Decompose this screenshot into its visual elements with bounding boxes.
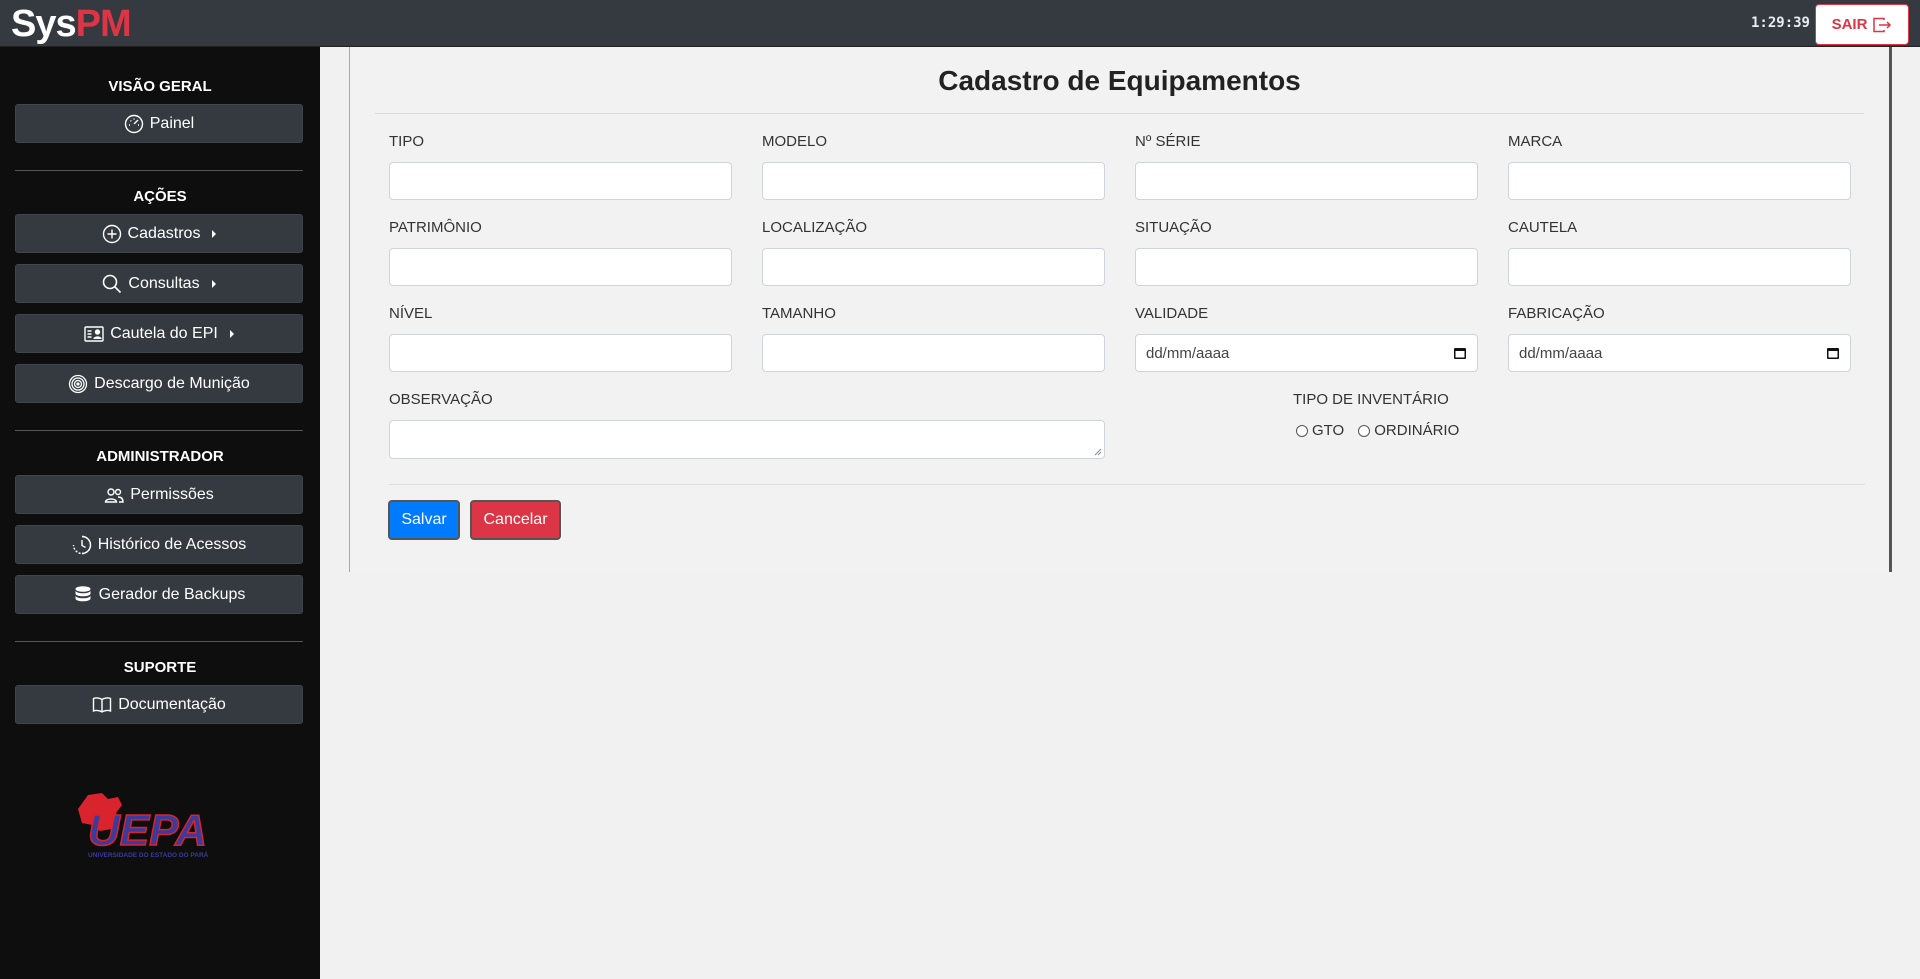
label-nivel: NÍVEL [389, 305, 433, 322]
date-placeholder: dd/mm/aaaa [1519, 344, 1603, 362]
page-title: Cadastro de Equipamentos [938, 65, 1301, 96]
nivel-input[interactable] [389, 334, 732, 372]
sidebar-item-consultas[interactable]: Consultas [15, 264, 303, 303]
label-observacao: OBSERVAÇÃO [389, 391, 493, 408]
logout-button[interactable]: SAIR [1815, 4, 1909, 45]
localizacao-input[interactable] [762, 248, 1105, 286]
plus-circle-icon [102, 224, 121, 243]
sidebar-item-label: Descargo de Munição [94, 374, 250, 392]
section-title-overview: VISÃO GERAL [108, 78, 212, 95]
calendar-icon[interactable] [1453, 346, 1467, 360]
label-modelo: MODELO [762, 133, 828, 150]
sidebar-item-label: Cadastros [127, 224, 201, 242]
radio-circle[interactable] [1296, 424, 1308, 437]
tamanho-input[interactable] [762, 334, 1105, 372]
logout-label: SAIR [1831, 16, 1868, 33]
people-icon [105, 487, 124, 503]
sidebar-item-backups[interactable]: Gerador de Backups [15, 575, 303, 614]
radio-label-gto: GTO [1312, 422, 1345, 439]
sidebar-item-cadastros[interactable]: Cadastros [15, 214, 303, 253]
sidebar-item-documentacao[interactable]: Documentação [15, 685, 303, 724]
label-serie: Nº SÉRIE [1135, 133, 1201, 150]
title-divider [375, 113, 1864, 114]
cautela-input[interactable] [1508, 248, 1851, 286]
brand-sys: Sys [11, 3, 77, 45]
label-fabricacao: FABRICAÇÃO [1508, 305, 1605, 322]
radio-label-ordinario: ORDINÁRIO [1374, 422, 1460, 439]
sidebar-item-historico[interactable]: Histórico de Acessos [15, 525, 303, 564]
search-icon [103, 274, 122, 293]
observacao-textarea[interactable] [389, 420, 1105, 459]
calendar-icon[interactable] [1826, 346, 1840, 360]
label-situacao: SITUAÇÃO [1135, 219, 1212, 236]
sidebar-divider [15, 430, 303, 431]
inventory-type-radio-group: GTO ORDINÁRIO [1296, 422, 1467, 439]
label-tamanho: TAMANHO [762, 305, 836, 322]
brand-pm: PM [75, 3, 132, 45]
sidebar-item-label: Cautela do EPI [110, 324, 218, 342]
serie-input[interactable] [1135, 162, 1478, 200]
sidebar: VISÃO GERAL Painel AÇÕES Cadastros Consu… [0, 47, 320, 979]
book-icon [92, 696, 112, 713]
radio-ordinario[interactable]: ORDINÁRIO [1358, 422, 1459, 439]
label-patrimonio: PATRIMÔNIO [389, 219, 482, 236]
sidebar-item-cautela-epi[interactable]: Cautela do EPI [15, 314, 303, 353]
radio-gto[interactable]: GTO [1296, 422, 1344, 439]
label-validade: VALIDADE [1135, 305, 1209, 322]
section-title-admin: ADMINISTRADOR [96, 448, 224, 465]
brand-logo[interactable]: SysPM [11, 2, 132, 46]
form-divider [389, 484, 1865, 485]
uepa-logo: UEPA UNIVERSIDADE DO ESTADO DO PARÁ [74, 787, 240, 867]
marca-input[interactable] [1508, 162, 1851, 200]
top-navbar: SysPM 1:29:39 SAIR [0, 0, 1920, 47]
label-tipo-inventario: TIPO DE INVENTÁRIO [1293, 391, 1449, 408]
sidebar-item-descargo[interactable]: Descargo de Munição [15, 364, 303, 403]
radio-circle[interactable] [1358, 424, 1371, 437]
clock-history-icon [72, 535, 91, 554]
sidebar-divider [15, 170, 303, 171]
sidebar-item-label: Painel [149, 114, 195, 132]
sidebar-item-label: Gerador de Backups [98, 585, 246, 603]
save-button[interactable]: Salvar [388, 500, 460, 540]
database-icon [75, 585, 91, 601]
modelo-input[interactable] [762, 162, 1105, 200]
resize-grip-icon[interactable] [1094, 448, 1102, 456]
cancel-button[interactable]: Cancelar [470, 500, 561, 540]
caret-right-icon [229, 329, 234, 338]
logo-subtext: UNIVERSIDADE DO ESTADO DO PARÁ [88, 850, 209, 859]
label-cautela: CAUTELA [1508, 219, 1578, 236]
date-placeholder: dd/mm/aaaa [1146, 344, 1230, 362]
sidebar-item-label: Permissões [130, 485, 214, 503]
section-title-support: SUPORTE [123, 659, 197, 676]
tipo-input[interactable] [389, 162, 732, 200]
fabricacao-date-input[interactable]: dd/mm/aaaa [1508, 334, 1851, 372]
clock: 1:29:39 [1750, 15, 1810, 31]
caret-right-icon [211, 279, 216, 288]
section-title-actions: AÇÕES [133, 188, 187, 205]
label-tipo: TIPO [389, 133, 425, 150]
person-badge-icon [84, 325, 104, 342]
sidebar-item-permissoes[interactable]: Permissões [15, 475, 303, 514]
target-icon [69, 374, 88, 393]
box-arrow-right-icon [1873, 17, 1892, 32]
patrimonio-input[interactable] [389, 248, 732, 286]
label-localizacao: LOCALIZAÇÃO [762, 219, 868, 236]
caret-right-icon [212, 229, 217, 238]
validade-date-input[interactable]: dd/mm/aaaa [1135, 334, 1478, 372]
label-marca: MARCA [1508, 133, 1563, 150]
logo-text: UEPA [88, 806, 207, 855]
sidebar-item-painel[interactable]: Painel [15, 104, 303, 143]
sidebar-item-label: Consultas [128, 274, 200, 292]
sidebar-item-label: Histórico de Acessos [97, 535, 247, 553]
uepa-logo-graphic: UEPA UNIVERSIDADE DO ESTADO DO PARÁ [78, 793, 209, 859]
sidebar-divider [15, 641, 303, 642]
form-panel: Cadastro de Equipamentos TIPO MODELO Nº … [349, 47, 1892, 572]
sidebar-item-label: Documentação [118, 695, 226, 713]
speedometer-icon [124, 114, 143, 133]
situacao-input[interactable] [1135, 248, 1478, 286]
